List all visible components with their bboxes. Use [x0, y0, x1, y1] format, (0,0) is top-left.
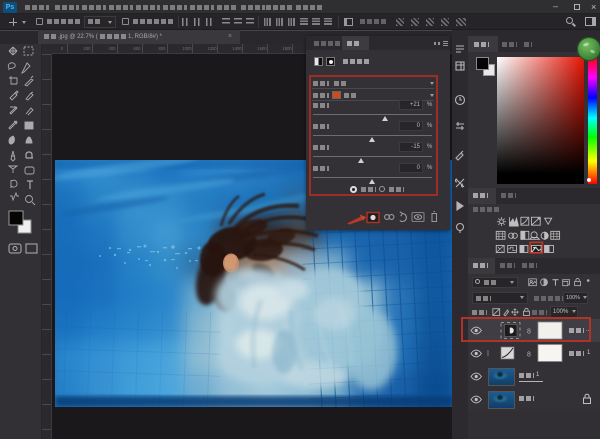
- svg-text:8: 8: [527, 352, 531, 359]
